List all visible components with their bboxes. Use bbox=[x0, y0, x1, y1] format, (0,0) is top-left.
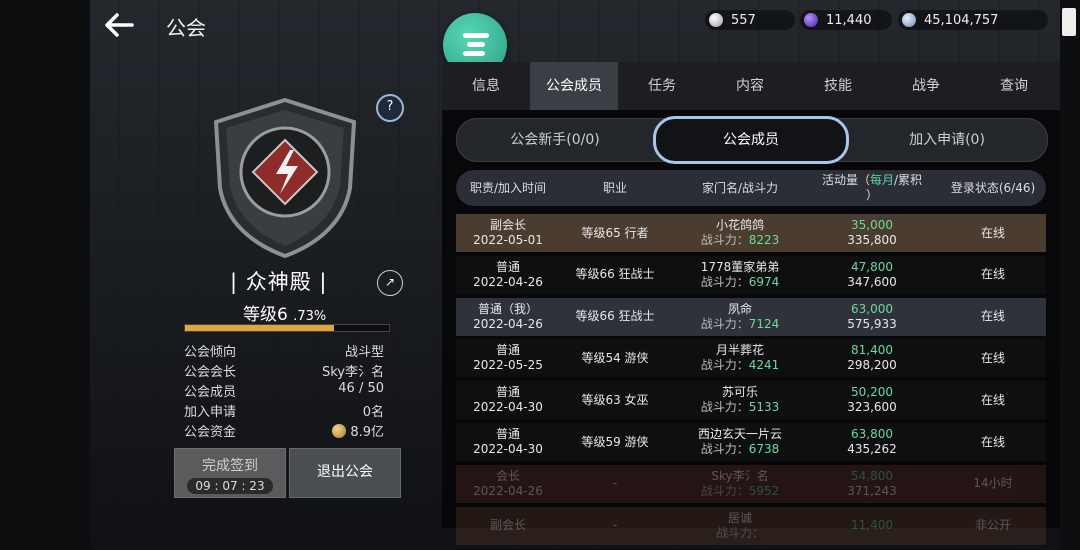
family-cell: 居诚 战斗力： bbox=[715, 510, 764, 540]
member-table-header: 职责/加入时间 职业 家门名/战斗力 活动量（每月/累积） 登录状态(6/46) bbox=[456, 170, 1046, 206]
family-cell: 小花鸽鸽 战斗力：8223 bbox=[700, 218, 780, 247]
tab-members[interactable]: 公会成员 bbox=[530, 62, 618, 110]
job-cell: - bbox=[612, 518, 618, 533]
role-cell: 普通 2022-04-30 bbox=[473, 385, 543, 415]
checkin-timer: 09 : 07 : 23 bbox=[187, 478, 273, 494]
member-row[interactable]: 副会长 2022-05-01 等级65 行者 小花鸽鸽 战斗力：8223 35,000 33… bbox=[456, 214, 1046, 252]
tab-search[interactable]: 查询 bbox=[970, 62, 1058, 110]
menu-icon bbox=[463, 33, 489, 38]
col-activity[interactable]: 活动量（每月/累积） bbox=[818, 170, 926, 206]
role-cell: 副会长 2022-05-01 bbox=[473, 218, 543, 247]
family-cell: 西边玄天一片云 战斗力：6738 bbox=[697, 427, 782, 456]
tab-war[interactable]: 战争 bbox=[882, 62, 970, 110]
member-row[interactable]: 会长 2022-04-26 - Sky李氵名 战斗力：5952 54,800 371,243… bbox=[456, 464, 1046, 503]
guild-members-panel: 信息 公会成员 任务 内容 技能 战争 查询 公会新手(0/0) 公会成员 加入… bbox=[442, 62, 1060, 545]
activity-cell: 35,000 335,800 bbox=[847, 218, 897, 247]
member-row[interactable]: 普通 2022-04-30 等级63 女巫 苏可乐 战斗力：5133 50,200 323,… bbox=[456, 381, 1046, 420]
info-row-tendency: 公会倾向 战斗型 bbox=[184, 345, 384, 360]
guild-level: 等级6 .73% bbox=[243, 305, 327, 325]
silver-total-currency: 45,104,757 bbox=[898, 10, 1048, 30]
back-button[interactable] bbox=[102, 10, 138, 40]
tab-content[interactable]: 内容 bbox=[706, 62, 794, 110]
family-cell: 夙命 战斗力：7124 bbox=[700, 301, 780, 331]
activity-cell: 81,400 298,200 bbox=[847, 343, 897, 373]
tab-quests[interactable]: 任务 bbox=[618, 62, 706, 110]
member-row[interactable]: 普通 2022-04-26 等级66 狂战士 1778董家弟弟 战斗力：6974 47,8… bbox=[456, 255, 1046, 294]
guild-xp-fill bbox=[185, 325, 334, 331]
subtab-newcomers[interactable]: 公会新手(0/0) bbox=[457, 119, 653, 161]
status-cell: 非公开 bbox=[974, 518, 1011, 533]
guild-xp-bar bbox=[184, 324, 390, 332]
job-cell: 等级65 行者 bbox=[581, 225, 649, 240]
right-letterbox bbox=[1060, 0, 1080, 550]
subtab-applications[interactable]: 加入申请(0) bbox=[847, 119, 1047, 161]
tab-skills[interactable]: 技能 bbox=[794, 62, 882, 110]
silver-currency: 557 bbox=[705, 10, 795, 30]
silver-coin-icon bbox=[709, 13, 723, 27]
family-cell: 苏可乐 战斗力：5133 bbox=[700, 385, 780, 415]
activity-cell: 63,000 575,933 bbox=[847, 301, 897, 331]
tab-bar: 信息 公会成员 任务 内容 技能 战争 查询 bbox=[442, 62, 1060, 110]
arrow-left-icon bbox=[105, 13, 134, 37]
help-icon[interactable]: ? bbox=[376, 94, 404, 122]
member-row[interactable]: 普通（我） 2022-04-26 等级66 狂战士 夙命 战斗力：7124 63,000 5… bbox=[456, 297, 1046, 336]
status-cell: 在线 bbox=[980, 309, 1005, 324]
member-row[interactable]: 副会长 - 居诚 战斗力： 11,400 非公开 bbox=[456, 506, 1046, 545]
status-cell: 14小时 bbox=[973, 476, 1013, 491]
family-cell: 月半葬花 战斗力：4241 bbox=[700, 343, 780, 373]
status-cell: 在线 bbox=[980, 225, 1005, 240]
info-row-funds: 公会资金 8.9亿 bbox=[184, 424, 384, 440]
job-cell: 等级54 游侠 bbox=[581, 350, 649, 365]
status-cell: 在线 bbox=[980, 350, 1005, 365]
gem-currency: 11,440 bbox=[800, 10, 892, 30]
subtab-bar: 公会新手(0/0) 公会成员 加入申请(0) bbox=[456, 116, 1048, 164]
role-cell: 普通（我） 2022-04-26 bbox=[473, 301, 543, 331]
role-cell: 会长 2022-04-26 bbox=[473, 468, 543, 498]
col-job[interactable]: 职业 bbox=[560, 170, 670, 206]
guild-name: | 众神殿 | bbox=[230, 270, 328, 294]
status-cell: 在线 bbox=[980, 267, 1005, 282]
left-letterbox bbox=[0, 0, 90, 550]
family-cell: Sky李氵名 战斗力：5952 bbox=[700, 468, 780, 498]
activity-cell: 11,400 bbox=[851, 518, 893, 533]
activity-cell: 47,800 347,600 bbox=[847, 259, 897, 289]
family-cell: 1778董家弟弟 战斗力：6974 bbox=[700, 259, 780, 289]
job-cell: 等级66 狂战士 bbox=[575, 267, 655, 282]
activity-cell: 63,800 435,262 bbox=[847, 427, 897, 456]
col-family[interactable]: 家门名/战斗力 bbox=[670, 170, 810, 206]
role-cell: 普通 2022-04-30 bbox=[473, 427, 543, 456]
role-cell: 普通 2022-05-25 bbox=[473, 343, 543, 373]
member-row[interactable]: 普通 2022-04-30 等级59 游侠 西边玄天一片云 战斗力：6738 63,800… bbox=[456, 423, 1046, 461]
blue-coin-icon bbox=[902, 13, 916, 27]
job-cell: 等级63 女巫 bbox=[581, 392, 649, 407]
info-row-leader: 公会会长 Sky李氵名 bbox=[184, 365, 384, 380]
job-cell: 等级66 狂战士 bbox=[575, 309, 655, 324]
subtab-members[interactable]: 公会成员 bbox=[653, 116, 849, 164]
status-cell: 在线 bbox=[980, 392, 1005, 407]
col-status[interactable]: 登录状态(6/46) bbox=[940, 170, 1046, 206]
status-cell: 在线 bbox=[980, 434, 1005, 449]
info-row-applications: 加入申请 0名 bbox=[184, 405, 384, 420]
member-row[interactable]: 普通 2022-05-25 等级54 游侠 月半葬花 战斗力：4241 81,400 298… bbox=[456, 339, 1046, 378]
gold-coin-icon bbox=[332, 424, 347, 438]
guild-emblem bbox=[213, 97, 357, 259]
exit-door-icon[interactable] bbox=[1062, 8, 1076, 36]
info-row-members: 公会成员 46 / 50 bbox=[184, 381, 384, 400]
job-cell: - bbox=[612, 476, 618, 491]
activity-cell: 50,200 323,600 bbox=[847, 385, 897, 415]
tab-info[interactable]: 信息 bbox=[442, 62, 530, 110]
activity-cell: 54,800 371,243 bbox=[847, 468, 897, 498]
purple-gem-icon bbox=[804, 13, 818, 27]
role-cell: 普通 2022-04-26 bbox=[473, 259, 543, 289]
role-cell: 副会长 bbox=[489, 518, 526, 533]
share-icon[interactable]: ↗ bbox=[377, 270, 403, 296]
leave-guild-button[interactable]: 退出公会 bbox=[289, 448, 401, 498]
col-role[interactable]: 职责/加入时间 bbox=[456, 170, 560, 206]
job-cell: 等级59 游侠 bbox=[581, 434, 649, 449]
checkin-button[interactable]: 完成签到 09 : 07 : 23 bbox=[174, 448, 286, 498]
page-title: 公会 bbox=[166, 16, 206, 40]
